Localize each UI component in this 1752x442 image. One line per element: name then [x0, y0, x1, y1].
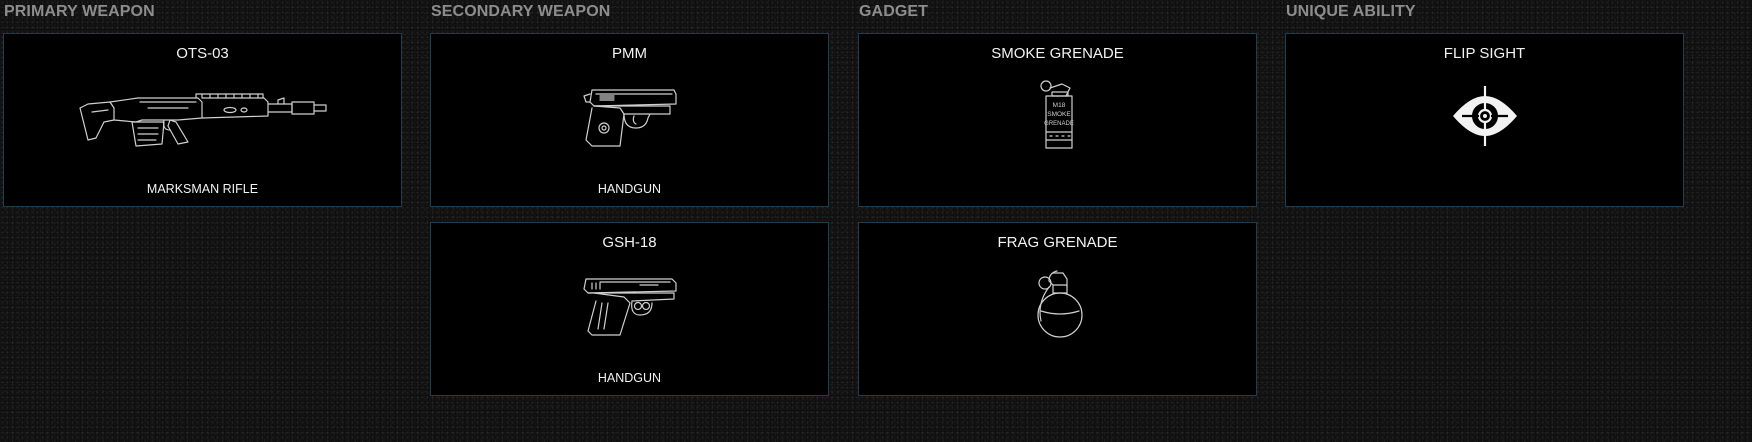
gadget-card-smoke-grenade[interactable]: SMOKE GRENADE M18 SMOKE GRENADE: [858, 33, 1257, 207]
weapon-type: HANDGUN: [597, 371, 662, 385]
gadget-title: GADGET: [859, 3, 929, 20]
secondary-weapon-title: SECONDARY WEAPON: [431, 3, 611, 20]
weapon-name: GSH-18: [602, 234, 657, 251]
weapon-card-gsh-18[interactable]: GSH-18 HANDGUN: [430, 222, 829, 396]
weapon-name: OTS-03: [176, 45, 229, 62]
weapon-type: MARKSMAN RIFLE: [146, 182, 259, 196]
weapon-card-pmm[interactable]: PMM HANDGUN: [430, 33, 829, 207]
smoke-grenade-label-smoke: SMOKE: [1047, 111, 1071, 118]
gadget-name: FRAG GRENADE: [997, 234, 1118, 251]
unique-ability-title: UNIQUE ABILITY: [1286, 3, 1416, 20]
flip-sight-icon: [1286, 82, 1683, 162]
gadget-name: SMOKE GRENADE: [991, 45, 1124, 62]
ability-name: FLIP SIGHT: [1443, 45, 1526, 62]
gadget-card-frag-grenade[interactable]: FRAG GRENADE: [858, 222, 1257, 396]
smoke-grenade-icon: M18 SMOKE GRENADE: [859, 80, 1256, 162]
weapon-card-ots-03[interactable]: OTS-03 MARKSMAN RIFLE: [3, 33, 402, 207]
ability-card-flip-sight[interactable]: FLIP SIGHT: [1285, 33, 1684, 207]
smoke-grenade-label-grenade: GRENADE: [1044, 121, 1074, 127]
rifle-icon: [4, 82, 401, 162]
pistol-icon: [431, 82, 828, 162]
weapon-type: HANDGUN: [597, 182, 662, 196]
smoke-grenade-label-model: M18: [1052, 102, 1065, 109]
primary-weapon-title: PRIMARY WEAPON: [4, 3, 155, 20]
pistol-icon: [431, 271, 828, 351]
weapon-name: PMM: [612, 45, 647, 62]
frag-grenade-icon: [859, 270, 1256, 351]
